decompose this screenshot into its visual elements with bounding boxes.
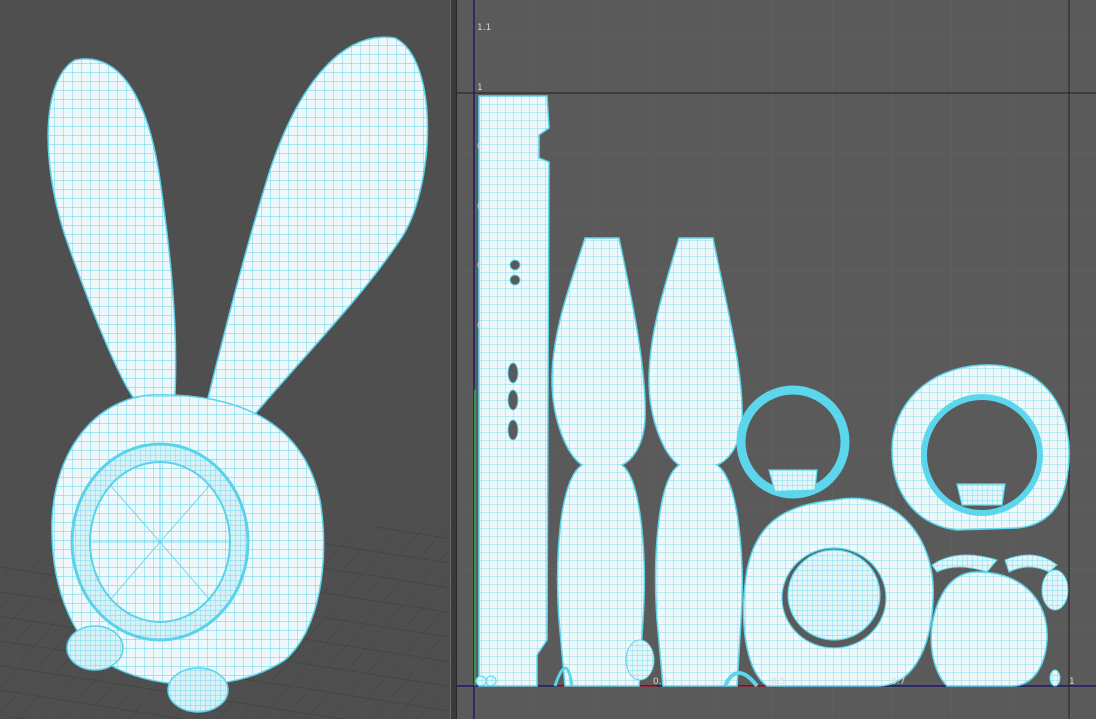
u-label-03: 0.3	[653, 677, 668, 687]
uv-shell-dot-3	[1049, 669, 1061, 687]
uv-canvas[interactable]	[457, 0, 1096, 719]
uv-shell-foot-2	[1041, 569, 1069, 611]
uv-shell-face-center	[787, 549, 881, 641]
u-label-05: 0.5	[771, 677, 786, 687]
panel-divider[interactable]	[450, 0, 457, 719]
uv-editor-viewport[interactable]: 1.1 1 0. 0. 0. 0. 0.3 0.5 0.7 1	[457, 0, 1096, 719]
uv-shell-foot-1	[625, 639, 655, 681]
uv-shell-back-cap	[956, 483, 1006, 506]
u-label-07: 0.7	[891, 677, 906, 687]
left-ear	[47, 58, 177, 401]
v-label-1-1: 1.1	[477, 23, 492, 33]
v-label-08: 0.	[477, 202, 486, 212]
v-label-07: 0.	[477, 261, 486, 271]
v-label-09: 0.	[477, 142, 486, 152]
left-foot	[66, 625, 124, 671]
perspective-canvas[interactable]	[0, 0, 450, 719]
perspective-viewport[interactable]	[0, 0, 450, 719]
right-foot	[167, 667, 229, 713]
v-label-06: 0.	[477, 321, 486, 331]
u-label-1: 1	[1069, 677, 1075, 687]
uv-shell-small-cap	[768, 469, 818, 493]
uv-shell-dot-1	[475, 675, 487, 687]
uv-shell-dot-2	[485, 675, 497, 687]
right-ear	[204, 36, 429, 421]
v-label-1: 1	[477, 83, 483, 93]
